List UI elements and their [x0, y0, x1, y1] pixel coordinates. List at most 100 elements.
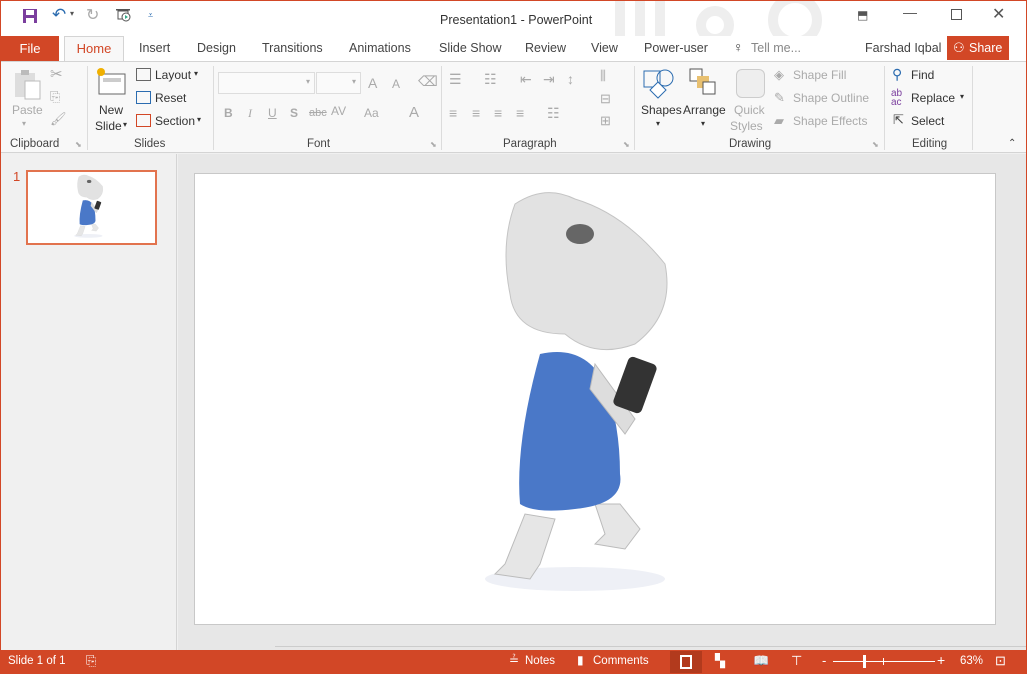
italic-button[interactable]: I — [248, 106, 252, 121]
bold-button[interactable]: B — [224, 106, 233, 120]
font-name-combobox[interactable]: ▾ — [218, 72, 315, 94]
justify-icon[interactable]: ≡ — [516, 105, 524, 121]
shapes-dropdown-icon[interactable]: ▾ — [656, 119, 660, 128]
strikethrough-button[interactable]: abc — [309, 107, 327, 119]
tab-insert[interactable]: Insert — [139, 41, 170, 55]
quick-styles-label-2[interactable]: Styles — [730, 119, 763, 133]
tab-view[interactable]: View — [591, 41, 618, 55]
paste-label[interactable]: Paste — [12, 103, 43, 117]
select-cursor-icon[interactable]: ⇱ — [893, 112, 904, 128]
slide-thumbnail[interactable] — [26, 170, 157, 245]
section-button[interactable]: Section — [155, 114, 195, 128]
columns-icon[interactable]: ☷ — [547, 105, 560, 122]
increase-indent-icon[interactable]: ⇥ — [543, 71, 555, 88]
format-painter-icon[interactable]: 🖌 — [50, 111, 67, 127]
tab-transitions[interactable]: Transitions — [262, 41, 323, 55]
notes-button[interactable]: Notes — [525, 655, 555, 667]
reset-button[interactable]: Reset — [155, 91, 186, 105]
slide-counter[interactable]: Slide 1 of 1 — [8, 655, 66, 667]
shapes-button[interactable]: Shapes — [641, 103, 682, 117]
shape-outline-button[interactable]: Shape Outline — [793, 91, 869, 105]
arrange-icon[interactable] — [689, 68, 719, 98]
shape-fill-icon[interactable]: ◈ — [774, 67, 784, 83]
zoom-slider-thumb[interactable] — [862, 655, 866, 668]
replace-dropdown-icon[interactable]: ▾ — [960, 92, 964, 101]
close-icon[interactable]: ✕ — [992, 4, 1005, 24]
font-color-button[interactable]: A — [409, 104, 419, 121]
shape-effects-button[interactable]: Shape Effects — [793, 114, 868, 128]
decrease-indent-icon[interactable]: ⇤ — [520, 71, 532, 88]
undo-icon[interactable]: ↶ — [52, 5, 66, 25]
tab-power-user[interactable]: Power-user — [644, 41, 708, 55]
shapes-icon[interactable] — [643, 68, 675, 100]
tab-home[interactable]: Home — [64, 36, 124, 62]
change-case-button[interactable]: Aa — [364, 106, 379, 120]
align-right-icon[interactable]: ≡ — [494, 105, 502, 121]
quick-styles-label[interactable]: Quick — [734, 103, 765, 117]
spell-check-icon[interactable]: ⎘ — [86, 653, 96, 669]
save-icon[interactable] — [22, 8, 38, 24]
bullets-icon[interactable]: ☰ — [449, 71, 462, 88]
smartart-icon[interactable]: ⊞ — [600, 113, 611, 129]
customize-quick-access-icon[interactable]: ⩡ — [148, 10, 153, 21]
redo-icon[interactable]: ↻ — [86, 5, 99, 25]
numbering-icon[interactable]: ☷ — [484, 71, 497, 88]
find-icon[interactable]: ⚲ — [892, 66, 902, 83]
select-button[interactable]: Select — [911, 114, 944, 128]
minimize-icon[interactable]: — — [903, 4, 917, 20]
start-from-beginning-icon[interactable] — [115, 8, 133, 24]
quick-styles-icon[interactable] — [736, 69, 765, 98]
zoom-out-button[interactable]: - — [822, 653, 826, 668]
drawing-launcher-icon[interactable]: ⬊ — [872, 140, 879, 149]
layout-dropdown-icon[interactable]: ▾ — [194, 69, 198, 78]
align-center-icon[interactable]: ≡ — [472, 105, 480, 121]
align-left-icon[interactable]: ≡ — [449, 105, 457, 121]
new-slide-icon[interactable] — [96, 67, 128, 97]
font-launcher-icon[interactable]: ⬊ — [430, 140, 437, 149]
zoom-slider[interactable] — [833, 655, 935, 668]
tab-slide-show[interactable]: Slide Show — [439, 41, 502, 55]
layout-icon[interactable] — [136, 68, 151, 81]
comments-button[interactable]: Comments — [593, 655, 649, 667]
underline-button[interactable]: U — [268, 106, 277, 120]
ribbon-display-options-icon[interactable]: ⬒ — [857, 8, 868, 22]
paste-icon[interactable] — [13, 69, 43, 101]
normal-view-button[interactable] — [670, 651, 702, 673]
tab-design[interactable]: Design — [197, 41, 236, 55]
tab-animations[interactable]: Animations — [349, 41, 411, 55]
find-button[interactable]: Find — [911, 68, 934, 82]
slide-show-icon[interactable]: ⊤ — [791, 653, 802, 669]
tab-file[interactable]: File — [1, 36, 59, 61]
shadow-button[interactable]: S — [290, 106, 298, 120]
undo-dropdown-icon[interactable]: ▾ — [70, 9, 74, 18]
user-name[interactable]: Farshad Iqbal — [865, 41, 941, 55]
new-slide-label-2[interactable]: Slide — [95, 119, 122, 133]
text-direction-icon[interactable]: ⫼ — [600, 68, 606, 84]
layout-button[interactable]: Layout — [155, 68, 191, 82]
replace-button[interactable]: Replace — [911, 91, 955, 105]
notes-icon[interactable]: ≟ — [509, 653, 519, 667]
character-spacing-button[interactable]: AV — [331, 104, 346, 118]
font-size-combobox[interactable]: ▾ — [316, 72, 361, 94]
reading-view-icon[interactable]: 📖 — [753, 653, 769, 669]
new-slide-dropdown-icon[interactable]: ▾ — [123, 120, 127, 129]
slide-canvas[interactable] — [194, 173, 996, 625]
clipboard-launcher-icon[interactable]: ⬊ — [75, 140, 82, 149]
paragraph-launcher-icon[interactable]: ⬊ — [623, 140, 630, 149]
clear-formatting-icon[interactable]: ⌫ — [418, 73, 438, 90]
shape-fill-button[interactable]: Shape Fill — [793, 68, 846, 82]
maximize-icon[interactable] — [951, 9, 962, 20]
copy-icon[interactable]: ⎘ — [50, 89, 60, 105]
collapse-ribbon-icon[interactable]: ⌃ — [1008, 138, 1016, 149]
cut-icon[interactable]: ✂ — [50, 65, 63, 83]
fit-to-window-icon[interactable]: ⊡ — [995, 653, 1006, 669]
section-icon[interactable] — [136, 114, 151, 127]
grow-font-button[interactable]: A — [368, 75, 377, 91]
align-text-icon[interactable]: ⊟ — [600, 91, 611, 107]
slide-sorter-icon[interactable]: ▚ — [715, 653, 725, 669]
paste-dropdown-icon[interactable]: ▾ — [22, 119, 26, 128]
reset-icon[interactable] — [136, 91, 151, 104]
zoom-level[interactable]: 63% — [960, 655, 983, 667]
section-dropdown-icon[interactable]: ▾ — [197, 115, 201, 124]
replace-icon[interactable]: ab ac — [891, 89, 902, 108]
